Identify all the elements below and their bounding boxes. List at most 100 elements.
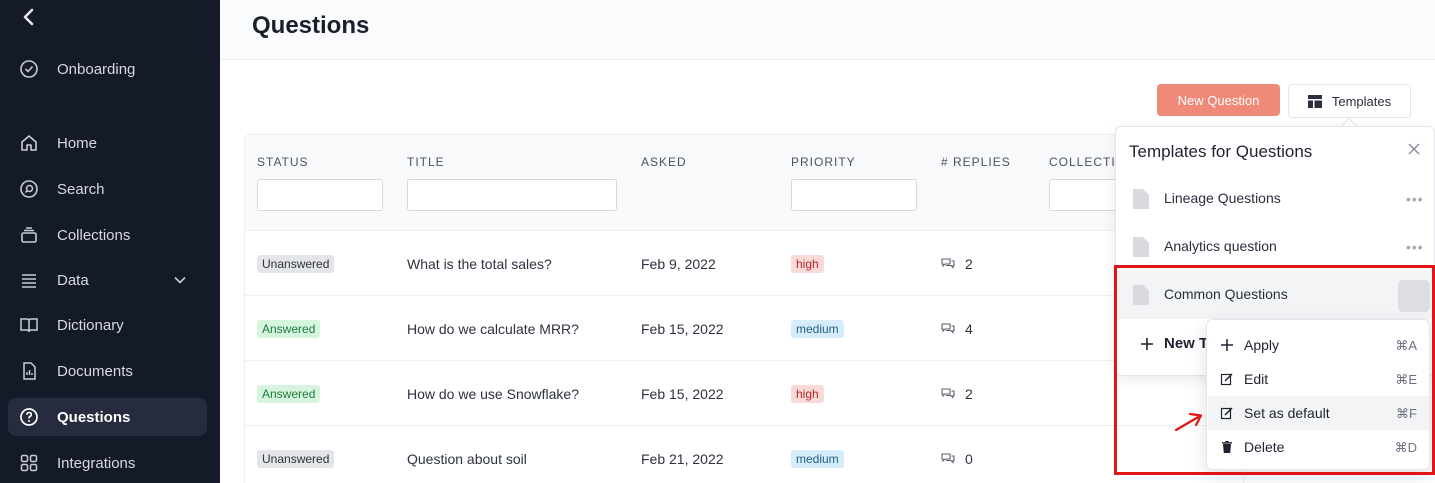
column-header-title[interactable]: TITLE [407,155,445,169]
plus-icon [1221,339,1233,351]
table-row[interactable]: Unanswered What is the total sales? Feb … [245,231,1243,296]
comment-icon [941,388,955,399]
more-options-icon[interactable]: ••• [1406,191,1424,207]
sidebar: Onboarding Home Search Collections Data … [0,0,220,483]
question-title[interactable]: How do we calculate MRR? [407,296,579,361]
sidebar-item-onboarding[interactable]: Onboarding [8,50,207,88]
title-filter-input[interactable] [407,179,617,211]
priority-filter-input[interactable] [791,179,917,211]
template-name: Common Questions [1164,286,1288,302]
menu-item-label: Apply [1244,337,1280,353]
sidebar-item-label: Home [57,134,98,152]
comment-icon [941,258,955,269]
document-icon [23,362,36,380]
templates-button[interactable]: Templates [1288,84,1411,118]
sidebar-item-label: Collections [57,226,131,244]
menu-item-set-as-default[interactable]: Set as default ⌘F [1208,396,1429,430]
menu-item-edit[interactable]: Edit ⌘E [1208,362,1429,396]
sidebar-item-search[interactable]: Search [8,170,207,208]
replies-count: 2 [941,231,973,296]
new-template-button[interactable]: New T [1140,335,1208,352]
sidebar-item-dictionary[interactable]: Dictionary [8,306,207,344]
asked-date: Feb 9, 2022 [641,255,716,272]
new-question-button[interactable]: New Question [1157,84,1280,116]
trash-icon [1222,441,1232,453]
template-name: Lineage Questions [1164,190,1281,206]
table-header: STATUS TITLE ASKED PRIORITY # REPLIES CO… [245,135,1243,231]
template-item-analytics[interactable]: Analytics question ••• [1116,223,1435,271]
template-icon [1307,94,1322,108]
priority-badge: high [791,384,824,403]
column-header-priority[interactable]: PRIORITY [791,155,856,169]
sidebar-item-integrations[interactable]: Integrations [8,444,207,482]
keyboard-shortcut: ⌘A [1395,338,1417,353]
asked-date: Feb 15, 2022 [641,385,724,402]
document-icon [1133,189,1149,209]
sidebar-item-documents[interactable]: Documents [8,352,207,390]
column-header-status[interactable]: STATUS [257,155,309,169]
list-icon [22,274,36,288]
template-context-menu: Apply ⌘A Edit ⌘E Set as default ⌘F Delet… [1206,319,1430,470]
table-row[interactable]: Unanswered Question about soil Feb 21, 2… [245,426,1243,483]
template-name: Analytics question [1164,238,1277,254]
templates-button-label: Templates [1331,93,1392,109]
table-row[interactable]: Answered How do we use Snowflake? Feb 15… [245,361,1243,426]
document-icon [1133,237,1149,257]
replies-count: 4 [941,296,973,361]
close-icon[interactable] [1407,142,1421,156]
comment-icon [941,453,955,464]
replies-value: 2 [965,385,973,402]
grid-icon [20,454,38,472]
new-template-label: New T [1164,335,1209,352]
edit-icon [1220,407,1233,420]
question-icon [20,408,38,426]
more-options-button[interactable] [1398,280,1430,312]
replies-count: 0 [941,426,973,483]
page-header: Questions [220,0,1435,60]
replies-value: 2 [965,255,973,272]
keyboard-shortcut: ⌘E [1395,372,1417,387]
keyboard-shortcut: ⌘D [1394,440,1417,455]
status-filter-input[interactable] [257,179,383,211]
menu-item-label: Delete [1244,439,1285,455]
comment-icon [941,323,955,334]
sidebar-item-home[interactable]: Home [8,124,207,162]
template-item-common[interactable]: Common Questions [1116,271,1435,319]
menu-item-apply[interactable]: Apply ⌘A [1208,328,1429,362]
check-circle-icon [20,60,38,78]
menu-item-delete[interactable]: Delete ⌘D [1208,430,1429,464]
sidebar-item-label: Documents [57,362,133,380]
status-badge: Unanswered [257,449,335,468]
sidebar-item-data[interactable]: Data [8,261,207,299]
document-icon [1133,285,1149,305]
priority-badge: medium [791,319,844,338]
column-header-replies[interactable]: # REPLIES [941,155,1011,169]
asked-date: Feb 21, 2022 [641,450,724,467]
annotation-arrow-icon [1174,412,1203,432]
replies-value: 0 [965,450,973,467]
sidebar-item-label: Questions [57,408,131,426]
menu-item-label: Edit [1244,371,1269,387]
status-badge: Answered [257,384,321,403]
sidebar-item-questions[interactable]: Questions [8,398,207,436]
template-item-lineage[interactable]: Lineage Questions ••• [1116,175,1435,223]
back-arrow-icon[interactable] [18,6,40,28]
status-badge: Unanswered [257,254,335,273]
more-options-icon[interactable]: ••• [1406,239,1424,255]
page-title: Questions [252,12,370,39]
chevron-down-icon[interactable] [173,273,187,287]
search-icon [20,180,38,198]
book-icon [20,318,38,333]
column-header-collection[interactable]: COLLECTI [1049,155,1116,169]
question-title[interactable]: How do we use Snowflake? [407,361,579,426]
questions-table: STATUS TITLE ASKED PRIORITY # REPLIES CO… [244,134,1244,483]
sidebar-item-label: Dictionary [57,316,124,334]
question-title[interactable]: Question about soil [407,426,527,483]
home-icon [21,135,37,151]
question-title[interactable]: What is the total sales? [407,231,552,296]
sidebar-item-collections[interactable]: Collections [8,216,207,254]
edit-icon [1220,373,1233,386]
column-header-asked[interactable]: ASKED [641,155,687,169]
table-row[interactable]: Answered How do we calculate MRR? Feb 15… [245,296,1243,361]
plus-icon [1141,337,1153,350]
